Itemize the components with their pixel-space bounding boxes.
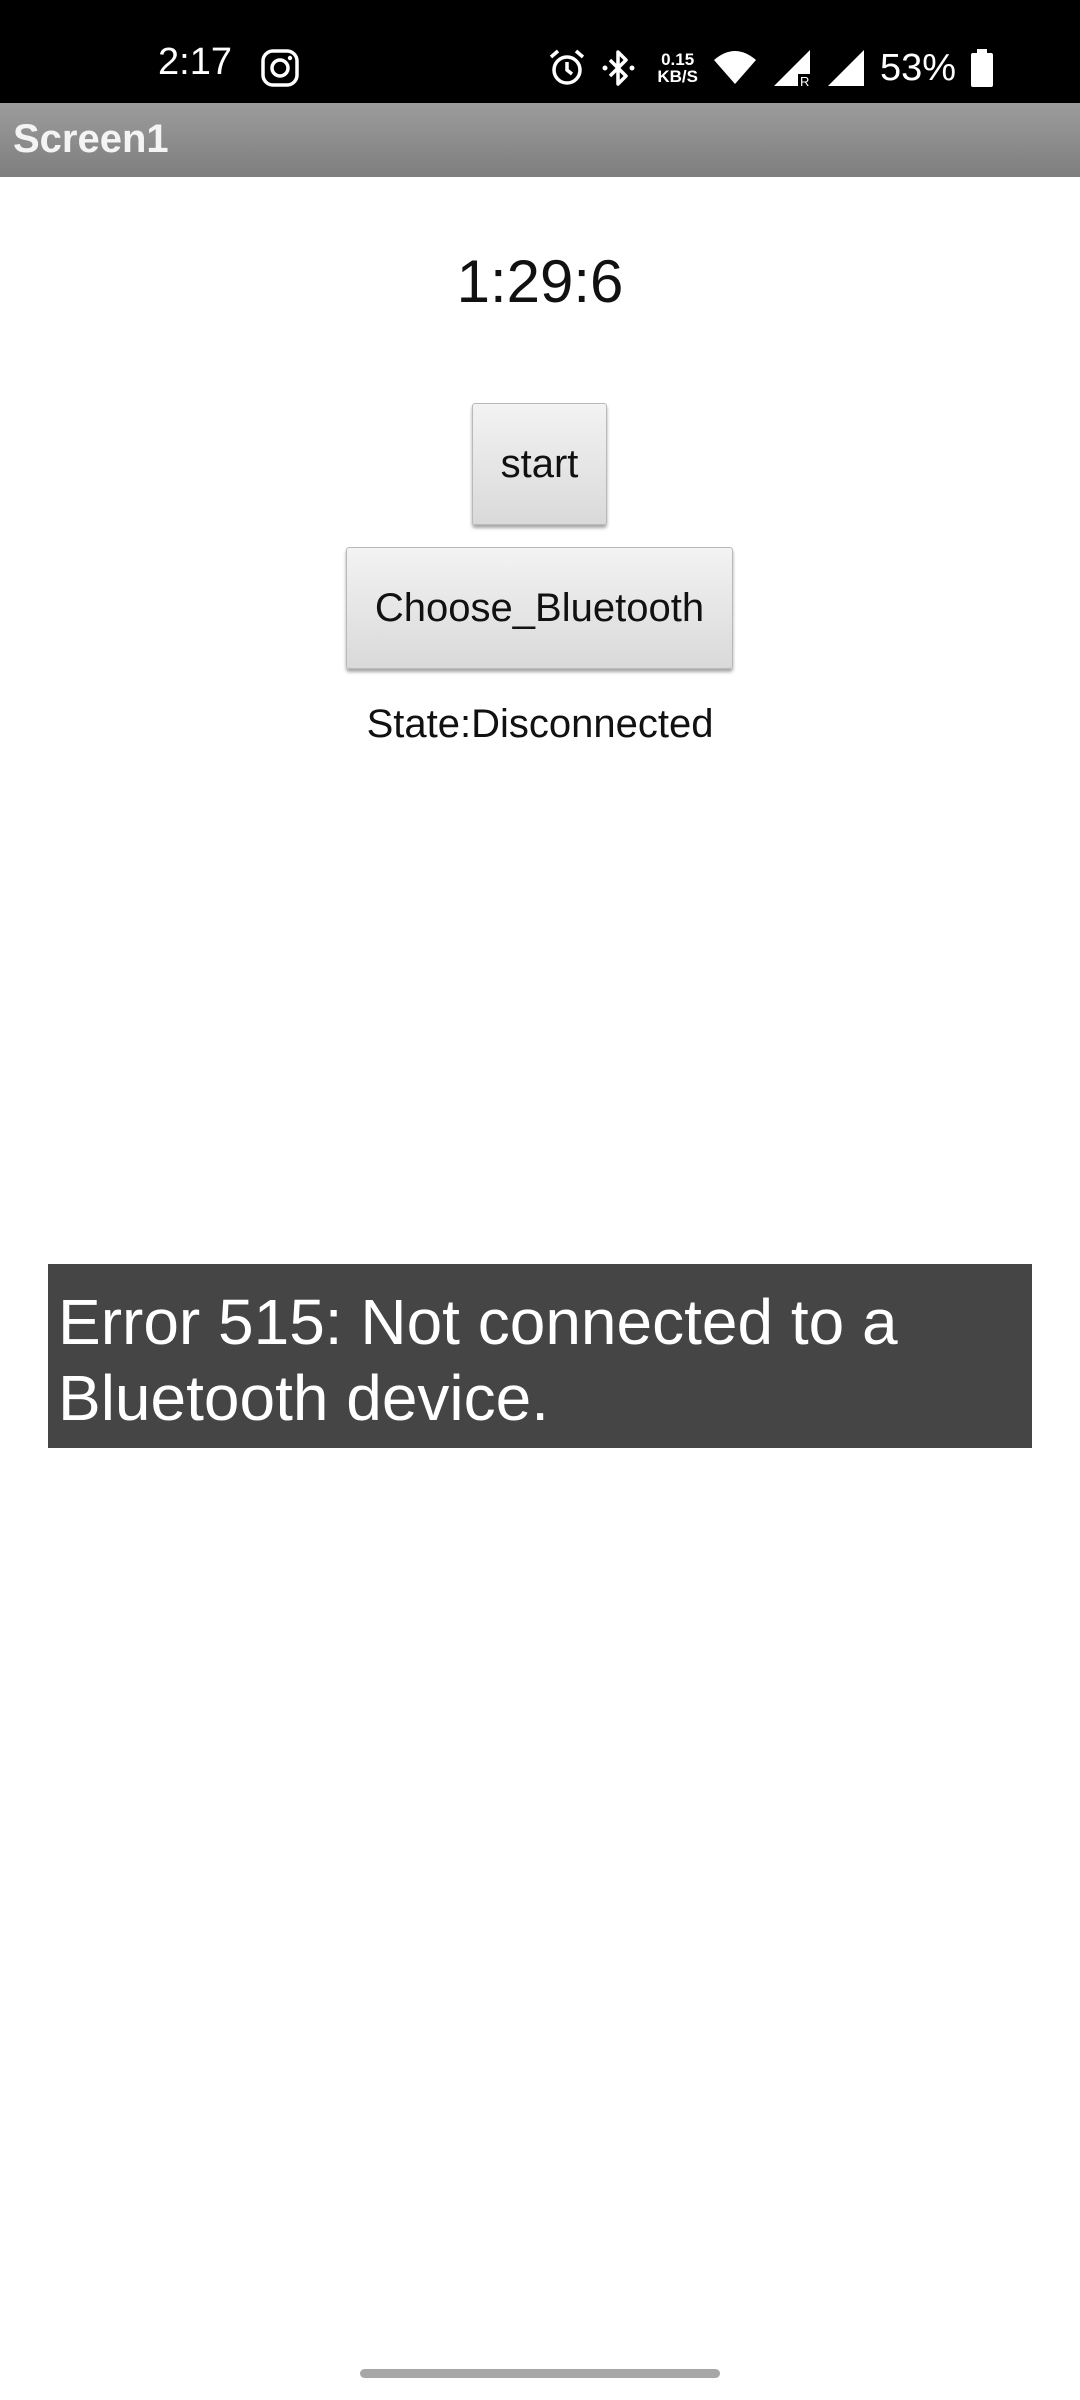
battery-icon bbox=[971, 49, 993, 87]
navigation-handle[interactable] bbox=[360, 2369, 720, 2378]
status-icons: 0.15 KB/S R 53% bbox=[533, 46, 994, 90]
screen-title: Screen1 bbox=[13, 117, 169, 161]
bluetooth-icon bbox=[602, 50, 635, 86]
network-speed-unit: KB/S bbox=[657, 67, 698, 86]
instagram-icon bbox=[261, 49, 299, 87]
choose-bluetooth-button[interactable]: Choose_Bluetooth bbox=[346, 547, 733, 669]
error-message: Error 515: Not connected to a Bluetooth … bbox=[58, 1286, 898, 1434]
signal-icon: R bbox=[773, 50, 810, 88]
status-bar: 2:17 0.15 KB/S R 53% bbox=[0, 0, 1080, 103]
connection-state-label: State:Disconnected bbox=[366, 702, 714, 746]
network-speed: 0.15 KB/S bbox=[657, 51, 698, 85]
error-toast: Error 515: Not connected to a Bluetooth … bbox=[48, 1264, 1032, 1448]
alarm-icon bbox=[550, 49, 585, 85]
title-bar: Screen1 bbox=[0, 103, 1080, 177]
start-button[interactable]: start bbox=[472, 403, 607, 525]
timer-label: 1:29:6 bbox=[456, 248, 624, 315]
network-speed-value: 0.15 bbox=[661, 50, 695, 69]
signal-icon bbox=[827, 50, 864, 86]
svg-text:R: R bbox=[800, 74, 809, 88]
battery-percent: 53% bbox=[879, 47, 956, 89]
wifi-icon bbox=[713, 51, 756, 84]
status-time: 2:17 bbox=[158, 41, 232, 83]
